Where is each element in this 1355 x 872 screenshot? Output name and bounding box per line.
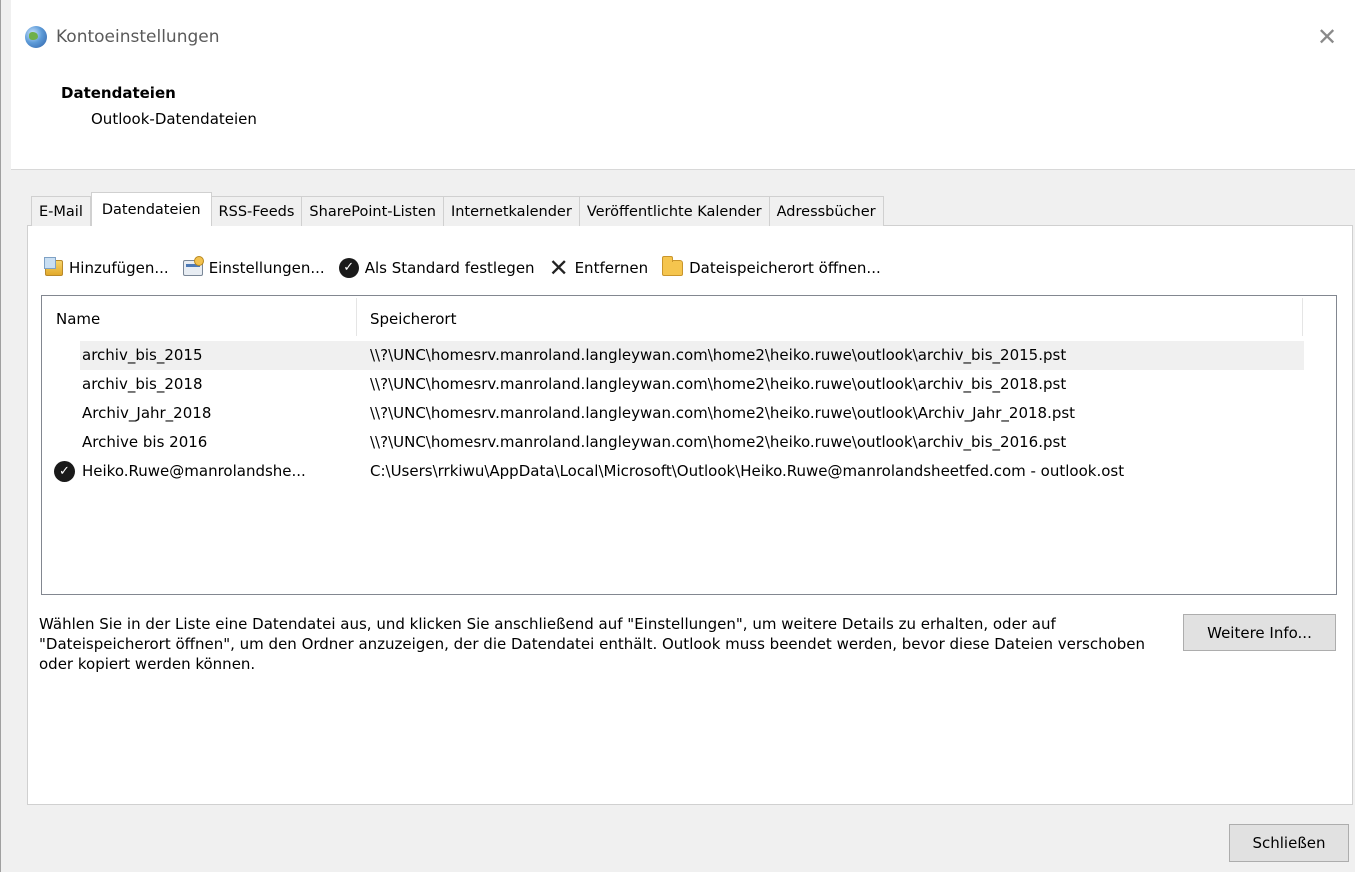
tab-sharepoint-lists[interactable]: SharePoint-Listen: [302, 196, 444, 226]
row-name: Archive bis 2016: [82, 433, 208, 451]
open-file-location-button[interactable]: Dateispeicherort öffnen...: [662, 256, 881, 277]
window-title: Kontoeinstellungen: [56, 27, 220, 47]
tab-internet-calendars[interactable]: Internetkalender: [443, 196, 580, 226]
column-separator: [356, 298, 357, 336]
column-header-location[interactable]: Speicherort: [370, 310, 456, 328]
toolbar: Hinzufügen... Einstellungen... ✓ Als Sta…: [44, 252, 895, 284]
tab-rss-feeds[interactable]: RSS-Feeds: [211, 196, 303, 226]
row-name: Archiv_Jahr_2018: [82, 404, 212, 422]
set-default-button-label: Als Standard festlegen: [364, 259, 535, 277]
row-location: C:\Users\rrkiwu\AppData\Local\Microsoft\…: [370, 462, 1125, 480]
list-row[interactable]: archiv_bis_2018 \\?\UNC\homesrv.manrolan…: [42, 370, 1304, 399]
add-data-file-icon: [44, 257, 63, 276]
settings-icon: [182, 256, 204, 276]
account-settings-dialog: Kontoeinstellungen ✕ Datendateien Outloo…: [0, 0, 1355, 872]
close-icon[interactable]: ✕: [1316, 25, 1338, 49]
row-location: \\?\UNC\homesrv.manroland.langleywan.com…: [370, 375, 1067, 393]
list-row[interactable]: Archive bis 2016 \\?\UNC\homesrv.manrola…: [42, 428, 1304, 457]
open-file-location-label: Dateispeicherort öffnen...: [689, 259, 881, 277]
tab-data-files[interactable]: Datendateien: [90, 192, 212, 226]
row-location: \\?\UNC\homesrv.manroland.langleywan.com…: [370, 346, 1067, 364]
folder-icon: [662, 256, 684, 276]
section-subtitle: Outlook-Datendateien: [91, 110, 257, 128]
remove-button-label: Entfernen: [574, 259, 649, 277]
list-row[interactable]: Archiv_Jahr_2018 \\?\UNC\homesrv.manrola…: [42, 399, 1304, 428]
title-bar: Kontoeinstellungen: [25, 24, 220, 50]
remove-button[interactable]: ✕ Entfernen: [548, 254, 649, 282]
globe-icon: [25, 26, 47, 48]
tab-email[interactable]: E-Mail: [31, 196, 91, 226]
tab-published-calendars[interactable]: Veröffentlichte Kalender: [579, 196, 770, 226]
default-checkmark-icon: ✓: [54, 461, 75, 482]
list-header: Name Speicherort: [42, 296, 1303, 346]
remove-x-icon: ✕: [548, 254, 569, 282]
row-name: archiv_bis_2018: [82, 375, 203, 393]
tab-strip: E-Mail Datendateien RSS-Feeds SharePoint…: [31, 192, 884, 226]
data-files-list[interactable]: Name Speicherort archiv_bis_2015 \\?\UNC…: [41, 295, 1337, 595]
set-default-button[interactable]: ✓ Als Standard festlegen: [338, 258, 535, 278]
settings-button[interactable]: Einstellungen...: [182, 256, 325, 277]
list-row[interactable]: ✓ Heiko.Ruwe@manrolandshe... C:\Users\rr…: [42, 457, 1304, 486]
row-name: Heiko.Ruwe@manrolandshe...: [82, 462, 306, 480]
dialog-header-area: Kontoeinstellungen ✕ Datendateien Outloo…: [11, 0, 1355, 170]
more-info-button[interactable]: Weitere Info...: [1183, 614, 1336, 651]
add-button-label: Hinzufügen...: [69, 259, 169, 277]
list-row[interactable]: archiv_bis_2015 \\?\UNC\homesrv.manrolan…: [42, 341, 1304, 370]
info-text: Wählen Sie in der Liste eine Datendatei …: [39, 615, 1146, 673]
settings-button-label: Einstellungen...: [208, 259, 325, 277]
column-header-name[interactable]: Name: [56, 310, 100, 328]
row-location: \\?\UNC\homesrv.manroland.langleywan.com…: [370, 404, 1076, 422]
add-button[interactable]: Hinzufügen...: [44, 257, 169, 277]
column-separator: [1302, 298, 1303, 336]
checkmark-icon: ✓: [338, 258, 359, 278]
row-name: archiv_bis_2015: [82, 346, 203, 364]
section-title: Datendateien: [61, 84, 176, 102]
close-button[interactable]: Schließen: [1229, 824, 1349, 862]
row-location: \\?\UNC\homesrv.manroland.langleywan.com…: [370, 433, 1067, 451]
tab-address-books[interactable]: Adressbücher: [769, 196, 884, 226]
